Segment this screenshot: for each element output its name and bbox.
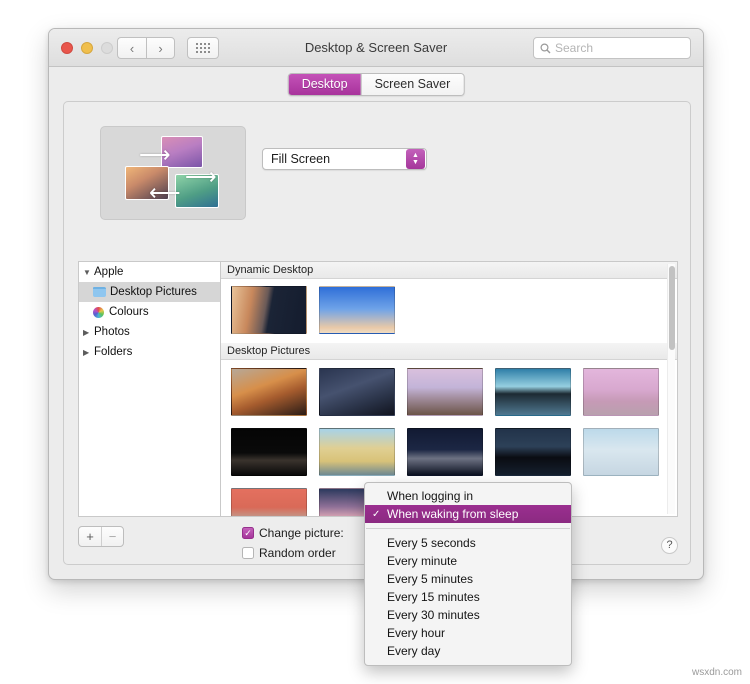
screenshot-root: ‹ › Desktop & Screen Saver Search Deskto: [0, 0, 750, 684]
menu-item-label: When logging in: [387, 489, 474, 503]
wallpaper-thumbnail-blue-sky-cloud[interactable]: [583, 428, 659, 476]
rotating-pictures-icon: ⟶ ⟶ ⟵: [125, 136, 221, 210]
menu-item-every-minute[interactable]: Every minute: [365, 552, 571, 570]
menu-item-every-5-minutes[interactable]: Every 5 minutes: [365, 570, 571, 588]
menu-item-every-30-minutes[interactable]: Every 30 minutes: [365, 606, 571, 624]
change-picture-checkbox[interactable]: ✓: [242, 527, 254, 539]
source-add-remove-group: + −: [78, 526, 124, 547]
change-picture-interval-menu[interactable]: When logging in ✓ When waking from sleep Ev…: [364, 482, 572, 666]
sidebar-item-apple[interactable]: ▼ Apple: [79, 262, 220, 282]
gallery-scrollbar[interactable]: [667, 264, 675, 514]
wallpaper-thumbnail-lake-mountains[interactable]: [495, 368, 571, 416]
sidebar-item-photos[interactable]: ▶ Photos: [79, 322, 220, 342]
close-button[interactable]: [61, 42, 73, 54]
wallpaper-thumbnail-mojave-day[interactable]: [231, 368, 307, 416]
sidebar-item-label: Folders: [94, 346, 133, 358]
wallpaper-thumbnail-sand-dunes[interactable]: [319, 428, 395, 476]
wallpaper-thumbnail-mojave-dynamic[interactable]: [231, 286, 307, 334]
random-order-checkbox[interactable]: [242, 547, 254, 559]
sidebar-item-colours[interactable]: Colours: [79, 302, 220, 322]
help-button[interactable]: ?: [661, 537, 678, 554]
rotation-arrow-right: ⟶: [185, 164, 217, 189]
menu-item-every-15-minutes[interactable]: Every 15 minutes: [365, 588, 571, 606]
chevron-up-icon: ▲: [412, 152, 419, 159]
menu-item-label: Every 5 seconds: [387, 536, 476, 550]
menu-item-label: Every day: [387, 644, 441, 658]
desktop-preview: ⟶ ⟶ ⟵: [100, 126, 246, 220]
change-picture-label: Change picture:: [259, 526, 344, 540]
menu-item-label: Every 30 minutes: [387, 608, 480, 622]
window-titlebar: ‹ › Desktop & Screen Saver Search: [49, 29, 703, 67]
disclosure-triangle-open-icon[interactable]: ▼: [83, 268, 94, 277]
wallpaper-thumbnail-red-sunset[interactable]: [231, 488, 307, 516]
sidebar-item-label: Apple: [94, 266, 124, 278]
colour-wheel-icon: [93, 306, 104, 318]
checkmark-icon: ✓: [372, 508, 381, 520]
sidebar-item-desktop-pictures[interactable]: Desktop Pictures: [79, 282, 220, 302]
disclosure-triangle-closed-icon[interactable]: ▶: [83, 348, 94, 357]
menu-item-label: Every 15 minutes: [387, 590, 480, 604]
chevron-down-icon: ▼: [412, 159, 419, 166]
dynamic-desktop-thumbs[interactable]: [221, 279, 677, 343]
wallpaper-gallery[interactable]: Dynamic Desktop Desktop Pictures: [220, 261, 678, 517]
menu-item-when-logging-in[interactable]: When logging in: [365, 487, 571, 505]
source-list[interactable]: ▼ Apple Desktop Pictures Colours ▶ Photo…: [78, 261, 220, 517]
tab-strip: Desktop Screen Saver: [49, 67, 703, 97]
folder-icon: [93, 287, 106, 297]
menu-item-every-day[interactable]: Every day: [365, 642, 571, 660]
chevron-updown-icon[interactable]: ▲ ▼: [406, 149, 425, 169]
search-placeholder: Search: [555, 41, 594, 55]
menu-item-label: Every minute: [387, 554, 458, 568]
sidebar-item-folders[interactable]: ▶ Folders: [79, 342, 220, 362]
change-picture-row[interactable]: ✓ Change picture:: [242, 526, 344, 540]
rotation-arrow-left: ⟵: [149, 180, 181, 205]
grid-icon: [196, 43, 210, 53]
sidebar-item-label: Photos: [94, 326, 130, 338]
traffic-lights: [61, 42, 113, 54]
wallpaper-thumbnail-desert-dusk[interactable]: [407, 368, 483, 416]
wallpaper-thumbnail-dark-mountain[interactable]: [495, 428, 571, 476]
show-all-button[interactable]: [187, 37, 219, 59]
remove-folder-button[interactable]: −: [101, 527, 123, 546]
wallpaper-thumbnail-mojave-night[interactable]: [319, 368, 395, 416]
menu-item-every-hour[interactable]: Every hour: [365, 624, 571, 642]
section-header-desktop-pictures: Desktop Pictures: [221, 343, 677, 360]
section-header-dynamic-desktop: Dynamic Desktop: [221, 262, 677, 279]
sidebar-item-label: Desktop Pictures: [110, 286, 197, 298]
wallpaper-thumbnail-pink-salt-lake[interactable]: [583, 368, 659, 416]
menu-item-label: Every 5 minutes: [387, 572, 474, 586]
random-order-label: Random order: [259, 546, 336, 560]
forward-button[interactable]: ›: [146, 37, 175, 59]
tab-desktop[interactable]: Desktop: [288, 74, 361, 95]
sidebar-item-label: Colours: [109, 306, 149, 318]
scaling-popup-button[interactable]: Fill Screen ▲ ▼: [262, 148, 427, 170]
tab-group: Desktop Screen Saver: [287, 73, 465, 96]
rotation-arrow-top: ⟶: [139, 142, 171, 167]
back-button[interactable]: ‹: [117, 37, 146, 59]
wallpaper-thumbnail-solar-gradients-dynamic[interactable]: [319, 286, 395, 334]
menu-item-label: When waking from sleep: [387, 507, 519, 521]
wallpaper-thumbnail-rock-pillars[interactable]: [231, 428, 307, 476]
disclosure-triangle-closed-icon[interactable]: ▶: [83, 328, 94, 337]
add-folder-button[interactable]: +: [79, 527, 101, 546]
menu-separator: [366, 528, 570, 529]
scaling-value: Fill Screen: [271, 152, 331, 166]
navigation-buttons: ‹ ›: [117, 37, 175, 59]
source-and-gallery: ▼ Apple Desktop Pictures Colours ▶ Photo…: [78, 261, 678, 517]
search-icon: [540, 42, 551, 53]
minimize-button[interactable]: [81, 42, 93, 54]
wallpaper-thumbnail-dune-night[interactable]: [407, 428, 483, 476]
gallery-scrollbar-thumb[interactable]: [669, 266, 675, 350]
menu-item-when-waking-from-sleep[interactable]: ✓ When waking from sleep: [365, 505, 571, 523]
menu-item-label: Every hour: [387, 626, 446, 640]
menu-item-every-5-seconds[interactable]: Every 5 seconds: [365, 534, 571, 552]
search-field[interactable]: Search: [533, 37, 691, 59]
random-order-row[interactable]: Random order: [242, 546, 336, 560]
tab-screen-saver[interactable]: Screen Saver: [360, 74, 464, 95]
watermark: wsxdn.com: [691, 667, 742, 678]
zoom-button: [101, 42, 113, 54]
